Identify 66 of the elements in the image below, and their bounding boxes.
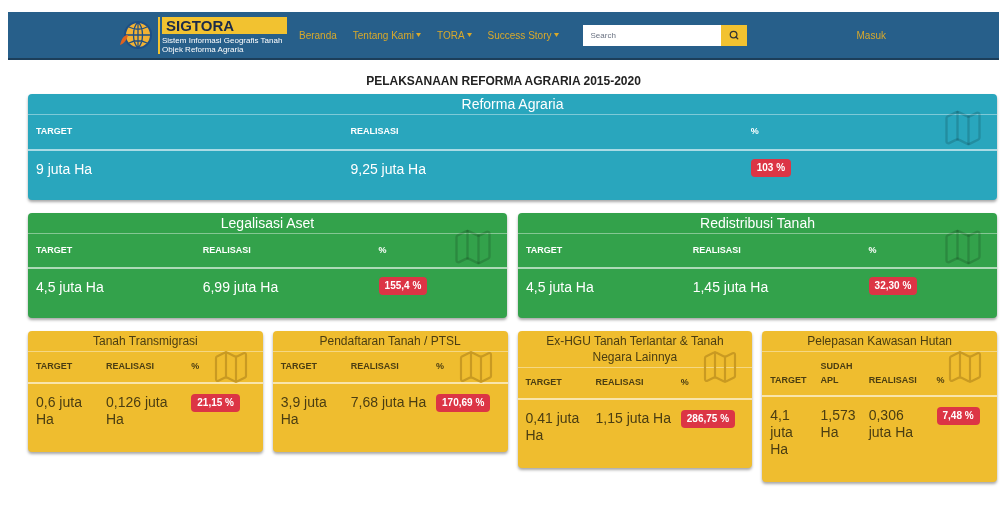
column-header: REALISASI	[202, 243, 252, 257]
column-header: REALISASI	[595, 376, 645, 389]
value-text: 0,41 juta Ha	[525, 409, 581, 444]
column-header: %	[378, 243, 388, 257]
column-header: %	[436, 360, 446, 373]
value-text: 1,573 Ha	[820, 407, 857, 441]
value-text: 9,25 juta Ha	[350, 159, 427, 179]
column-header: TARGET	[36, 243, 74, 257]
value-text: 4,5 juta Ha	[36, 278, 105, 297]
column-header: %	[750, 125, 760, 138]
column-header: %	[936, 373, 946, 387]
card-title: Reforma Agraria	[461, 96, 564, 112]
search-field[interactable]: Search	[582, 24, 721, 46]
nav-link[interactable]: Success Story	[487, 27, 559, 43]
nav-link[interactable]: Tentang Kami	[352, 27, 421, 43]
search-button[interactable]	[720, 24, 747, 46]
column-header: %	[868, 243, 878, 257]
globe-logo-icon	[118, 19, 154, 51]
percent-badge: 170,69 %	[436, 393, 491, 412]
column-header: %	[191, 360, 201, 373]
value-text: 1,15 juta Ha	[595, 409, 672, 427]
column-header: SUDAH APL	[820, 360, 854, 387]
value-text: 3,9 juta Ha	[280, 393, 328, 428]
percent-badge: 103 %	[750, 158, 792, 177]
column-header: TARGET	[526, 243, 564, 257]
column-header: TARGET	[36, 360, 74, 373]
caret-icon	[415, 33, 421, 37]
value-text: 6,99 juta Ha	[202, 278, 280, 297]
search-icon	[728, 30, 739, 40]
login-link[interactable]: Masuk	[856, 27, 886, 43]
caret-icon	[466, 33, 472, 37]
column-header: REALISASI	[868, 373, 918, 387]
column-header: %	[680, 376, 690, 389]
percent-badge: 286,75 %	[680, 409, 736, 428]
value-text: 4,1 juta Ha	[770, 407, 794, 458]
card-title: Pelepasan Kawasan Hutan	[807, 334, 952, 348]
column-header: REALISASI	[350, 360, 400, 373]
value-text: 1,45 juta Ha	[692, 278, 770, 297]
caret-icon	[553, 33, 559, 37]
column-header: TARGET	[770, 373, 808, 387]
logo-subtitle: Sistem Informasi Geografis Tanah Objek Reforma Agraria	[162, 35, 284, 54]
value-text: 4,5 juta Ha	[526, 278, 595, 297]
percent-badge: 155,4 %	[378, 277, 428, 295]
column-header: TARGET	[36, 125, 74, 138]
percent-badge: 32,30 %	[868, 277, 918, 295]
nav-link[interactable]: TORA	[436, 27, 472, 43]
percent-badge: 7,48 %	[936, 407, 980, 425]
column-header: TARGET	[280, 360, 319, 373]
card-title: Legalisasi Aset	[220, 214, 315, 231]
column-header: REALISASI	[350, 125, 400, 138]
card-title: Tanah Transmigrasi	[93, 334, 198, 348]
column-header: REALISASI	[692, 243, 742, 257]
card-title: Pendaftaran Tanah / PTSL	[319, 334, 461, 348]
percent-badge: 21,15 %	[191, 393, 240, 412]
page-title: PELAKSANAAN REFORMA AGRARIA 2015-2020	[366, 74, 641, 88]
card-title: Redistribusi Tanah	[700, 214, 815, 231]
card-title: Ex-HGU Tanah Terlantar & Tanah Negara Lainnya	[546, 334, 724, 364]
column-header: TARGET	[525, 376, 563, 389]
value-text: 9 juta Ha	[36, 159, 94, 179]
value-text: 0,6 juta Ha	[36, 393, 83, 428]
logo-name: SIGTORA	[162, 16, 287, 34]
column-header: REALISASI	[106, 360, 155, 373]
value-text: 0,126 juta Ha	[106, 393, 169, 428]
value-text: 0,306 juta Ha	[868, 407, 915, 441]
value-text: 7,68 juta Ha	[350, 393, 428, 411]
nav-link[interactable]: Beranda	[299, 27, 337, 43]
